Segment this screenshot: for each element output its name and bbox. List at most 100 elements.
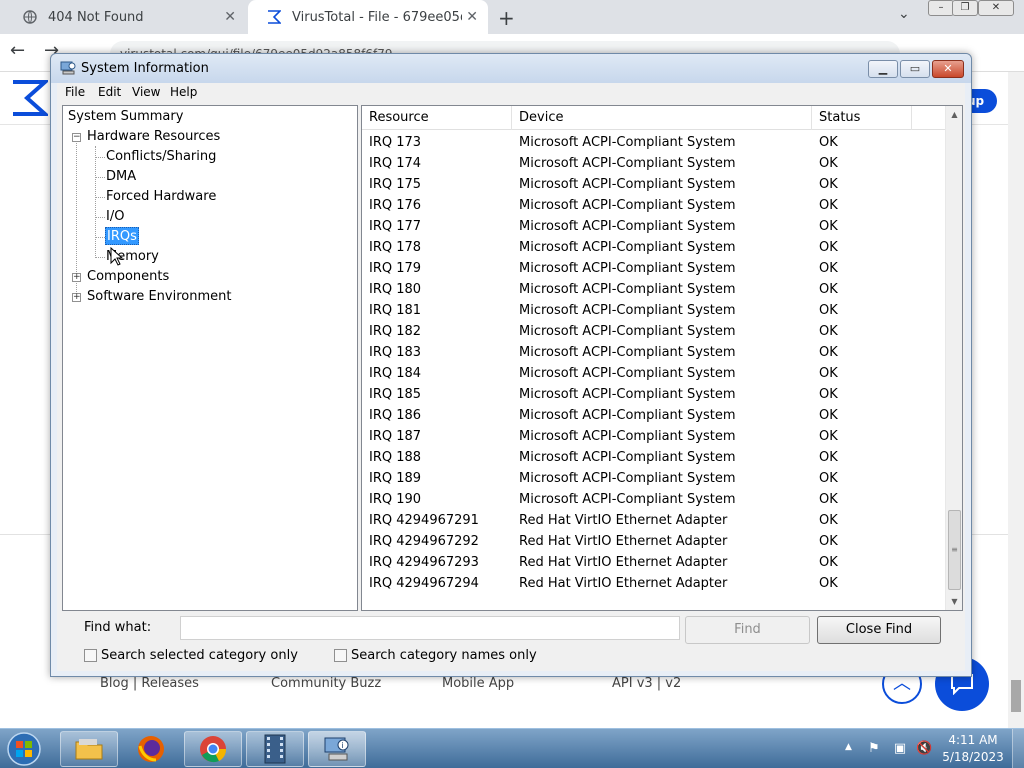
action-center-flag-icon[interactable]: ⚑: [866, 741, 882, 757]
table-row[interactable]: IRQ 4294967294 Red Hat VirtIO Ethernet Ad…: [362, 573, 946, 594]
new-tab-icon[interactable]: +: [498, 6, 515, 30]
table-row[interactable]: IRQ 174 Microsoft ACPI-Compliant System OK: [362, 153, 946, 174]
taskbar-media[interactable]: [246, 731, 304, 767]
expand-icon[interactable]: +: [72, 293, 81, 302]
table-row[interactable]: IRQ 189 Microsoft ACPI-Compliant System OK: [362, 468, 946, 489]
collapse-icon[interactable]: −: [72, 133, 81, 142]
taskbar-system-information[interactable]: i: [308, 731, 366, 767]
footer-link-blog[interactable]: Blog | Releases: [100, 676, 199, 691]
search-category-names-checkbox[interactable]: Search category names only: [334, 648, 537, 663]
cell-device: Microsoft ACPI-Compliant System: [519, 324, 736, 339]
browser-tab-404[interactable]: 404 Not Found ✕: [4, 0, 246, 34]
table-row[interactable]: IRQ 178 Microsoft ACPI-Compliant System OK: [362, 237, 946, 258]
cell-resource: IRQ 186: [369, 408, 422, 423]
scrollbar-thumb[interactable]: ≡: [948, 510, 961, 590]
table-row[interactable]: IRQ 179 Microsoft ACPI-Compliant System OK: [362, 258, 946, 279]
cell-resource: IRQ 188: [369, 450, 422, 465]
table-row[interactable]: IRQ 187 Microsoft ACPI-Compliant System OK: [362, 426, 946, 447]
film-icon: [264, 734, 286, 764]
find-what-input[interactable]: [180, 616, 680, 640]
tree-item-irqs[interactable]: IRQs: [105, 227, 139, 245]
tree-item-hardware-resources[interactable]: Hardware Resources: [87, 128, 220, 146]
restore-icon[interactable]: ❐: [952, 0, 978, 16]
tree-connector: [95, 217, 105, 218]
clock-time[interactable]: 4:11 AM: [940, 733, 1006, 747]
menu-edit[interactable]: Edit: [98, 85, 121, 99]
tree-item-software-environment[interactable]: Software Environment: [87, 288, 231, 306]
column-header-resource[interactable]: Resource: [362, 106, 512, 130]
footer-link-api[interactable]: API v3 | v2: [612, 676, 681, 691]
start-button[interactable]: [4, 731, 44, 767]
list-scrollbar[interactable]: ▲ ≡ ▼: [945, 106, 962, 610]
table-row[interactable]: IRQ 4294967291 Red Hat VirtIO Ethernet Ad…: [362, 510, 946, 531]
close-find-button[interactable]: Close Find: [817, 616, 941, 644]
table-row[interactable]: IRQ 184 Microsoft ACPI-Compliant System OK: [362, 363, 946, 384]
close-button[interactable]: ✕: [932, 60, 964, 78]
virustotal-logo[interactable]: [10, 79, 48, 117]
firefox-icon: [138, 736, 164, 762]
close-tab-icon[interactable]: ✕: [224, 9, 236, 25]
table-row[interactable]: IRQ 176 Microsoft ACPI-Compliant System OK: [362, 195, 946, 216]
table-row[interactable]: IRQ 182 Microsoft ACPI-Compliant System OK: [362, 321, 946, 342]
scroll-down-arrow-icon[interactable]: ▼: [946, 593, 962, 610]
page-scrollbar[interactable]: [1008, 72, 1024, 728]
cell-device: Red Hat VirtIO Ethernet Adapter: [519, 555, 728, 570]
show-hidden-icons-icon[interactable]: ▲: [845, 742, 852, 752]
cell-status: OK: [819, 303, 838, 318]
menu-view[interactable]: View: [132, 85, 160, 99]
table-row[interactable]: IRQ 183 Microsoft ACPI-Compliant System OK: [362, 342, 946, 363]
taskbar-chrome[interactable]: [184, 731, 242, 767]
taskbar-firefox[interactable]: [122, 731, 180, 767]
taskbar-explorer[interactable]: [60, 731, 118, 767]
table-row[interactable]: IRQ 4294967293 Red Hat VirtIO Ethernet Ad…: [362, 552, 946, 573]
menu-file[interactable]: File: [65, 85, 85, 99]
chevron-down-icon[interactable]: ⌄: [898, 6, 910, 22]
category-tree[interactable]: System Summary − Hardware Resources Conf…: [62, 105, 358, 611]
tree-item-conflicts-sharing[interactable]: Conflicts/Sharing: [106, 148, 216, 166]
table-row[interactable]: IRQ 185 Microsoft ACPI-Compliant System OK: [362, 384, 946, 405]
expand-icon[interactable]: +: [72, 273, 81, 282]
close-icon[interactable]: ✕: [978, 0, 1014, 16]
maximize-button[interactable]: ▭: [900, 60, 930, 78]
cell-device: Microsoft ACPI-Compliant System: [519, 219, 736, 234]
table-row[interactable]: IRQ 181 Microsoft ACPI-Compliant System OK: [362, 300, 946, 321]
checkbox-box[interactable]: [84, 649, 97, 662]
table-row[interactable]: IRQ 173 Microsoft ACPI-Compliant System OK: [362, 132, 946, 153]
tree-item-forced-hardware[interactable]: Forced Hardware: [106, 188, 216, 206]
column-header-device[interactable]: Device: [512, 106, 812, 130]
browser-tab-virustotal[interactable]: VirusTotal - File - 679ee05d92a8 ✕: [248, 0, 488, 34]
tree-item-dma[interactable]: DMA: [106, 168, 136, 186]
minimize-button[interactable]: ▁: [868, 60, 898, 78]
tree-item-system-summary[interactable]: System Summary: [68, 108, 183, 126]
clock-date[interactable]: 5/18/2023: [940, 750, 1006, 764]
close-tab-icon[interactable]: ✕: [466, 9, 478, 25]
footer-link-community[interactable]: Community Buzz: [271, 676, 381, 691]
volume-muted-icon[interactable]: 🔇: [916, 741, 932, 757]
scrollbar-thumb[interactable]: [1011, 680, 1021, 712]
menu-help[interactable]: Help: [170, 85, 197, 99]
cell-resource: IRQ 179: [369, 261, 422, 276]
minimize-icon[interactable]: –: [928, 0, 954, 16]
tree-item-components[interactable]: Components: [87, 268, 169, 286]
title-bar[interactable]: System Information ▁ ▭ ✕: [51, 54, 971, 83]
checkbox-box[interactable]: [334, 649, 347, 662]
table-row[interactable]: IRQ 4294967292 Red Hat VirtIO Ethernet Ad…: [362, 531, 946, 552]
search-selected-category-checkbox[interactable]: Search selected category only: [84, 648, 298, 663]
back-arrow-icon[interactable]: ←: [10, 40, 25, 61]
column-header-status[interactable]: Status: [812, 106, 912, 130]
show-desktop-button[interactable]: [1012, 729, 1024, 768]
table-row[interactable]: IRQ 180 Microsoft ACPI-Compliant System OK: [362, 279, 946, 300]
cell-status: OK: [819, 492, 838, 507]
table-row[interactable]: IRQ 177 Microsoft ACPI-Compliant System OK: [362, 216, 946, 237]
table-row[interactable]: IRQ 175 Microsoft ACPI-Compliant System OK: [362, 174, 946, 195]
table-row[interactable]: IRQ 186 Microsoft ACPI-Compliant System OK: [362, 405, 946, 426]
network-icon[interactable]: ▣: [892, 741, 908, 757]
footer-link-mobile[interactable]: Mobile App: [442, 676, 514, 691]
find-button[interactable]: Find: [685, 616, 810, 644]
table-row[interactable]: IRQ 190 Microsoft ACPI-Compliant System OK: [362, 489, 946, 510]
cell-resource: IRQ 180: [369, 282, 422, 297]
table-row[interactable]: IRQ 188 Microsoft ACPI-Compliant System OK: [362, 447, 946, 468]
details-list[interactable]: Resource Device Status IRQ 173 Microsoft …: [361, 105, 963, 611]
scroll-up-arrow-icon[interactable]: ▲: [946, 106, 962, 123]
tree-item-io[interactable]: I/O: [106, 208, 124, 226]
